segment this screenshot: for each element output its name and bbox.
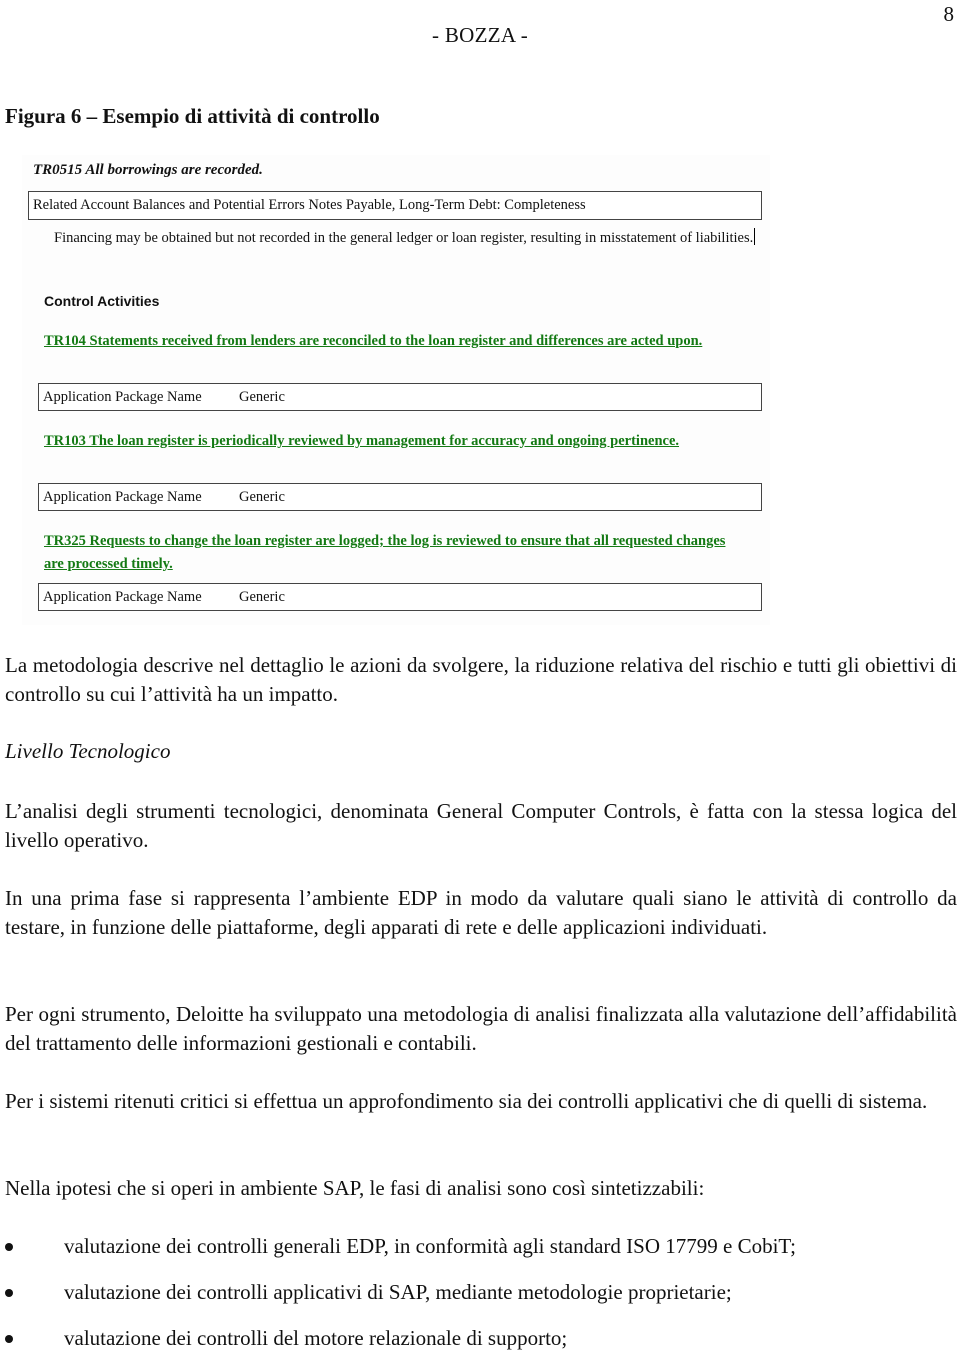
paragraph-critical-systems: Per i sistemi ritenuti critici si effett… [5, 1089, 928, 1113]
analysis-phases-list: valutazione dei controlli generali EDP, … [0, 1232, 960, 1370]
list-item: valutazione dei controlli applicativi di… [0, 1278, 960, 1324]
package-box: Application Package Name Generic [38, 583, 762, 611]
list-item: valutazione dei controlli generali EDP, … [0, 1232, 960, 1278]
text-cursor [754, 228, 756, 245]
package-value: Generic [239, 588, 285, 605]
package-label: Application Package Name [43, 588, 202, 605]
control-activities-heading: Control Activities [44, 293, 160, 309]
package-box: Application Package Name Generic [38, 383, 762, 411]
package-box: Application Package Name Generic [38, 483, 762, 511]
related-account-text: Related Account Balances and Potential E… [33, 197, 586, 213]
list-item-text: valutazione dei controlli generali EDP, … [64, 1234, 796, 1258]
list-item: valutazione dei controlli del motore rel… [0, 1324, 960, 1370]
control-link-tr325[interactable]: TR325 Requests to change the loan regist… [44, 530, 744, 576]
bullet-icon [5, 1243, 13, 1251]
list-item-text: valutazione dei controlli applicativi di… [64, 1280, 732, 1304]
paragraph-deloitte: Per ogni strumento, Deloitte ha sviluppa… [5, 1002, 957, 1055]
package-label: Application Package Name [43, 488, 202, 505]
risk-text: Financing may be obtained but not record… [54, 230, 754, 246]
bullet-icon [5, 1289, 13, 1297]
package-value: Generic [239, 388, 285, 405]
related-account-box: Related Account Balances and Potential E… [28, 191, 762, 220]
paragraph-gcc: L’analisi degli strumenti tecnologici, d… [5, 799, 957, 852]
control-link-tr103[interactable]: TR103 The loan register is periodically … [44, 430, 744, 453]
package-label: Application Package Name [43, 388, 202, 405]
control-link-tr104[interactable]: TR104 Statements received from lenders a… [44, 330, 744, 353]
draft-header: - BOZZA - [431, 23, 529, 47]
list-item-text: valutazione dei controlli del motore rel… [64, 1326, 568, 1350]
figure-heading: TR0515 All borrowings are recorded. [33, 162, 263, 178]
paragraph-sap: Nella ipotesi che si operi in ambiente S… [5, 1176, 705, 1200]
bullet-icon [5, 1335, 13, 1343]
section-title: Livello Tecnologico [5, 739, 171, 763]
control-activity-figure: TR0515 All borrowings are recorded. Rela… [22, 155, 770, 625]
risk-description[interactable]: Financing may be obtained but not record… [54, 227, 764, 250]
paragraph-edp: In una prima fase si rappresenta l’ambie… [5, 886, 957, 939]
paragraph-methodology: La metodologia descrive nel dettaglio le… [5, 653, 957, 706]
figure-title: Figura 6 – Esempio di attività di contro… [5, 104, 380, 128]
package-value: Generic [239, 488, 285, 505]
